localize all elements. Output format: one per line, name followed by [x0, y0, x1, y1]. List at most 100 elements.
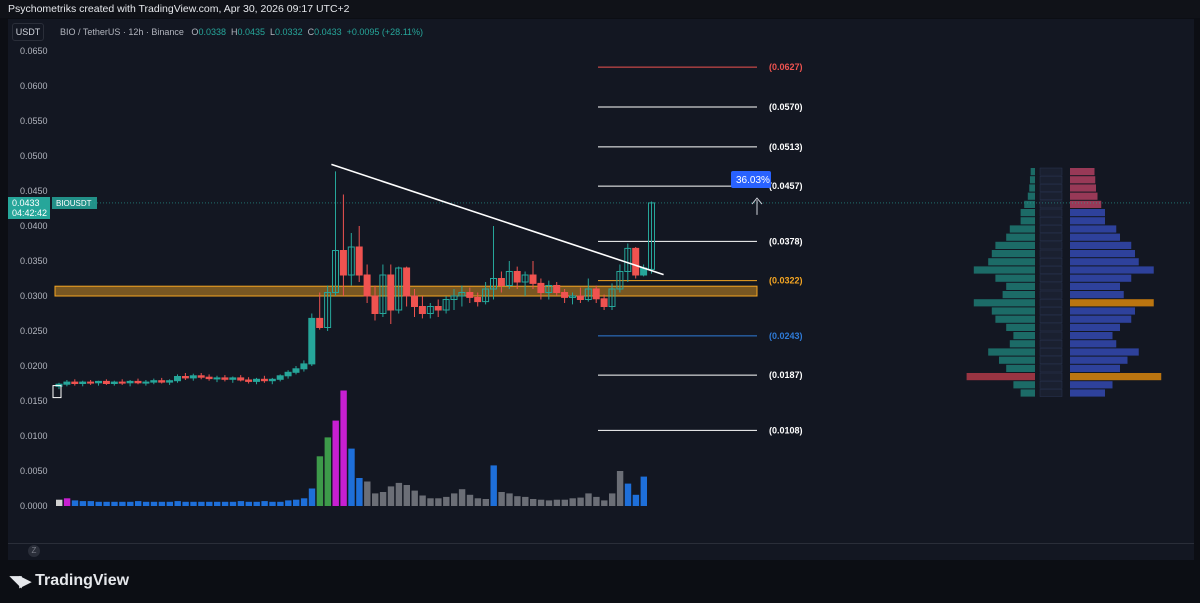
volume-profile-price-cell — [1039, 192, 1063, 201]
candle-body — [63, 381, 71, 385]
time-axis-bar[interactable] — [8, 543, 1194, 560]
volume-profile-sell-bar — [1002, 291, 1035, 299]
volume-profile-sell-bar — [999, 356, 1035, 364]
volume-bar — [348, 448, 355, 506]
y-tick-label: 0.0250 — [20, 326, 48, 336]
volume-bar — [419, 495, 426, 506]
volume-profile-buy-bar — [1070, 200, 1102, 208]
volume-profile-price-cell — [1039, 274, 1063, 283]
volume-bar — [332, 420, 339, 506]
y-tick-label: 0.0150 — [20, 396, 48, 406]
zoom-reset-button[interactable]: Z — [28, 545, 40, 557]
volume-profile-sell-bar — [988, 348, 1035, 356]
candle-body — [118, 381, 126, 384]
symbol-name[interactable]: BIO / TetherUS · 12h · Binance — [60, 27, 184, 37]
volume-profile-sell-bar — [988, 258, 1035, 266]
brand-name: TradingView — [35, 572, 130, 589]
volume-bar — [340, 390, 347, 506]
volume-profile-buy-bar — [1070, 340, 1117, 348]
y-tick-label: 0.0100 — [20, 431, 48, 441]
volume-profile-sell-bar — [991, 307, 1035, 315]
volume-bar — [190, 501, 197, 506]
y-tick-label: 0.0400 — [20, 221, 48, 231]
volume-bar — [427, 498, 434, 506]
candle-body — [339, 250, 347, 276]
y-tick-label: 0.0500 — [20, 151, 48, 161]
volume-profile-buy-bar — [1070, 209, 1105, 217]
volume-bar — [182, 501, 189, 506]
volume-profile-sell-bar — [1006, 323, 1035, 331]
volume-bar — [300, 498, 308, 506]
volume-bar — [198, 501, 205, 506]
volume-bar — [253, 501, 260, 506]
volume-profile-price-cell — [1039, 348, 1063, 356]
candle-body — [79, 381, 87, 385]
volume-profile-price-cell — [1039, 233, 1063, 242]
fib-level-label: (0.0457) — [769, 181, 803, 191]
volume-profile-price-cell — [1039, 216, 1063, 225]
volume-profile-sell-bar — [995, 315, 1035, 323]
volume-bar — [166, 501, 173, 506]
volume-profile-sell-bar — [995, 241, 1035, 249]
volume-profile-price-cell — [1039, 282, 1063, 291]
volume-bar — [640, 476, 647, 506]
currency-selector[interactable]: USDT — [12, 23, 44, 41]
volume-profile-sell-bar — [1013, 381, 1035, 389]
volume-bar — [593, 496, 600, 506]
volume-profile-buy-bar — [1070, 389, 1105, 397]
candle-body — [213, 377, 221, 380]
volume-bar — [150, 501, 158, 506]
volume-profile-sell-bar — [973, 266, 1035, 274]
fib-level-label: (0.0108) — [769, 425, 803, 435]
volume-profile-buy-bar — [1070, 266, 1154, 274]
candle-body — [316, 317, 324, 328]
candle-body — [110, 381, 118, 385]
candle-body — [300, 363, 308, 370]
candle-body — [237, 377, 245, 381]
volume-profile-buy-bar — [1070, 299, 1154, 307]
candle-body — [229, 377, 237, 380]
volume-profile-buy-bar — [1070, 307, 1135, 315]
y-tick-label: 0.0200 — [20, 361, 48, 371]
fib-level-label: (0.0378) — [769, 236, 803, 246]
volume-profile-buy-bar — [1070, 315, 1132, 323]
volume-bar — [261, 501, 268, 506]
candle-body — [260, 378, 268, 382]
y-tick-label: 0.0550 — [20, 116, 48, 126]
candle-body — [268, 378, 276, 382]
candle-body — [403, 267, 411, 297]
volume-bar — [387, 486, 395, 506]
fib-level-label: (0.0322) — [769, 276, 803, 286]
volume-profile-buy-bar — [1070, 225, 1117, 233]
fib-level-label: (0.0627) — [769, 62, 803, 72]
volume-bar — [506, 493, 513, 506]
y-tick-label: 0.0600 — [20, 81, 48, 91]
volume-profile-sell-bar — [991, 250, 1035, 258]
candle-body — [537, 282, 545, 293]
volume-bar — [364, 481, 371, 506]
volume-profile-sell-bar — [1013, 332, 1035, 340]
volume-profile-buy-bar — [1070, 274, 1132, 282]
volume-bar — [174, 501, 181, 506]
volume-profile-buy-bar — [1070, 332, 1113, 340]
measure-label: 36.03% — [736, 175, 770, 186]
tradingview-mark-icon: ◥▶ — [10, 573, 31, 590]
volume-profile-buy-bar — [1070, 168, 1095, 176]
candle-body — [592, 288, 600, 300]
volume-bar — [458, 489, 466, 506]
volume-profile-sell-bar — [1029, 176, 1035, 184]
volume-bar — [87, 501, 94, 506]
volume-bar — [95, 501, 102, 506]
volume-profile-sell-bar — [1006, 364, 1035, 372]
candle-body — [308, 317, 316, 365]
candlestick-chart[interactable]: 0.0650 0.0600 0.0550 0.0500 0.0450 0.0400 0.03… — [0, 0, 1200, 603]
trendline — [331, 163, 664, 276]
volume-profile-sell-bar — [1030, 168, 1035, 176]
y-tick-label: 0.0450 — [20, 186, 48, 196]
volume-profile-buy-bar — [1070, 282, 1120, 290]
candle-body — [87, 381, 95, 384]
volume-bar — [435, 498, 442, 506]
close-value: 0.0433 — [314, 27, 342, 37]
candle-body — [142, 381, 150, 384]
candle-body — [197, 375, 205, 378]
